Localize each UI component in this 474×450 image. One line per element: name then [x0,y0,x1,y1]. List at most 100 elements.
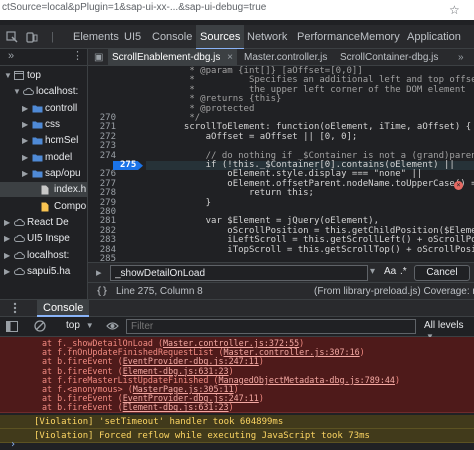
cancel-button[interactable]: Cancel [414,265,470,281]
chevron-down-icon[interactable]: ▼ [4,68,12,83]
chevron-right-icon[interactable]: ▶ [4,264,10,279]
chevron-right-icon[interactable]: ▶ [4,248,10,263]
cursor-position: Line 275, Column 8 [116,286,203,297]
tree-item-label: index.h [54,184,87,195]
editor-tab-bar: ▣ ScrollEnablement-dbg.js × Master.contr… [88,49,474,66]
more-tabs-icon[interactable]: » [458,49,464,66]
tree-item-label: Compo [54,201,87,212]
chevron-right-icon[interactable]: ▶ [22,117,28,132]
stack-frame: at b.fireEvent (Element-dbg.js:631:23) [0,403,474,412]
tree-item-label: sap/opu [45,168,81,179]
tab-elements[interactable]: Elements [73,25,119,49]
tree-item[interactable]: ▶ sap/opu [0,166,88,181]
chevron-down-icon: ▼ [85,321,94,330]
tree-item[interactable]: ▼ localhost: [0,84,88,99]
drawer-tab-console[interactable]: Console [37,300,90,317]
tree-item[interactable]: ▶ React De [0,215,88,230]
stack-frame-suffix: ) [228,402,234,413]
tree-item[interactable]: index.h [0,182,88,197]
url-text[interactable]: ctSource=local&pPlugin=1&sap-ui-xx-...&s… [2,2,266,13]
tab-memory[interactable]: Memory [360,25,400,49]
stack-frame-function: at b.fireEvent ( [42,402,123,413]
context-selector[interactable]: top ▼ [66,320,94,331]
kebab-menu-icon[interactable]: ⋮ [72,49,83,62]
bookmark-star-icon[interactable]: ☆ [449,3,460,17]
tab-sources[interactable]: Sources [196,25,245,50]
console-filter-input[interactable] [126,319,416,334]
tree-item[interactable]: ▶ model [0,150,88,165]
tree-item[interactable]: ▶ UI5 Inspe [0,231,88,246]
tree-item-label: sapui5.ha [27,266,71,277]
editor-tab-label: ScrollContainer-dbg.js [340,52,439,63]
tree-item-label: UI5 Inspe [27,233,70,244]
console-prompt-icon[interactable]: › [10,439,16,450]
tree-item[interactable]: ▶ localhost: [0,248,88,263]
editor-tab-scrollcontainer[interactable]: ScrollContainer-dbg.js [340,49,438,66]
editor-tab-master-controller[interactable]: Master.controller.js [244,49,327,66]
tree-item[interactable]: ▶ hcmSel [0,133,88,148]
cloud-icon [14,218,25,226]
file-yellow-icon [41,202,49,212]
code-text: iTopScroll = this.getScrollTop() + oScro… [227,244,474,255]
folder-icon [32,120,43,129]
more-tabs-icon[interactable]: » [8,50,14,62]
code-text: aOffset = aOffset || [0, 0]; [146,131,358,142]
editor-tab-scrollenablement[interactable]: ScrollEnablement-dbg.js × [108,49,238,66]
live-expression-eye-icon[interactable] [106,320,119,332]
source-map-info[interactable]: (From library-preload.js) Coverage: n/a [314,283,474,300]
console-messages: at f._showDetailOnLoad (Master.controlle… [0,337,474,450]
match-case-toggle[interactable]: Aa [384,266,396,277]
chevron-right-icon[interactable]: ▶ [4,215,10,230]
console-toolbar: top ▼ All levels ▼ [0,317,474,341]
code-editor[interactable]: * @param {int[]} [aOffset=[0,0]] * Speci… [88,66,474,262]
tab-performance[interactable]: Performance [297,25,360,49]
violation-message: [Violation] 'setTimeout' handler took 60… [0,415,474,429]
tree-item[interactable]: ▶ controll [0,101,88,116]
device-toolbar-icon[interactable] [26,25,38,49]
tree-item[interactable]: Compo [0,199,88,214]
tab-console[interactable]: Console [152,25,192,49]
chevron-down-icon[interactable]: ▼ [13,84,21,99]
tree-item-label: model [45,152,73,163]
show-navigator-icon[interactable]: ▣ [94,49,103,66]
folder-icon [32,169,43,178]
tab-ui5[interactable]: UI5 [124,25,141,49]
stack-frame-suffix: ) [258,356,264,367]
folder-icon [32,104,43,113]
clear-console-icon[interactable] [34,320,46,332]
line-number[interactable]: 274 [88,151,116,161]
drawer-menu-icon[interactable] [10,302,20,314]
regex-toggle[interactable]: .* [400,266,407,277]
tab-separator: | [51,31,54,43]
line-number[interactable]: 285 [88,254,116,262]
chevron-right-icon[interactable]: ▶ [22,133,28,148]
tree-item[interactable]: ▼ top [0,68,88,83]
chevron-right-icon[interactable]: ▶ [22,150,28,165]
stack-frame-suffix: ) [359,347,365,358]
editor-tab-label: ScrollEnablement-dbg.js [112,52,221,63]
error-stack-trace: at f._showDetailOnLoad (Master.controlle… [0,337,474,413]
tree-item-label: React De [27,217,69,228]
chevron-right-icon[interactable]: ▶ [4,231,10,246]
code-line: 272 aOffset = aOffset || [0, 0]; [88,131,474,142]
tree-item[interactable]: ▶ css [0,117,88,132]
tab-network[interactable]: Network [247,25,287,49]
search-input[interactable] [110,265,368,281]
tree-item[interactable]: ▶ sapui5.ha [0,264,88,279]
source-link[interactable]: ManagedObjectMetadata-dbg.js:789:44 [218,375,394,385]
pretty-print-button[interactable]: {} [96,283,108,300]
address-bar[interactable]: ctSource=local&pPlugin=1&sap-ui-xx-...&s… [0,0,474,20]
chevron-right-icon[interactable]: ▶ [22,101,28,116]
element-picker-icon[interactable] [6,25,18,49]
chevron-right-icon[interactable]: ▶ [22,166,28,181]
close-icon[interactable]: × [227,52,233,63]
tab-application[interactable]: Application [407,25,461,49]
stack-frame-text: at b.fireEvent (Element-dbg.js:631:23) [42,403,234,412]
sidebar-toggle-icon[interactable] [6,321,18,332]
cloud-icon [14,234,25,242]
navigator-toolbar: » ⋮ [0,49,88,66]
toggle-replace-icon[interactable]: ▸ [96,266,102,279]
source-link[interactable]: Element-dbg.js:631:23 [123,402,229,412]
search-clear-icon[interactable]: ▾ [370,266,375,277]
context-label: top [66,320,80,331]
